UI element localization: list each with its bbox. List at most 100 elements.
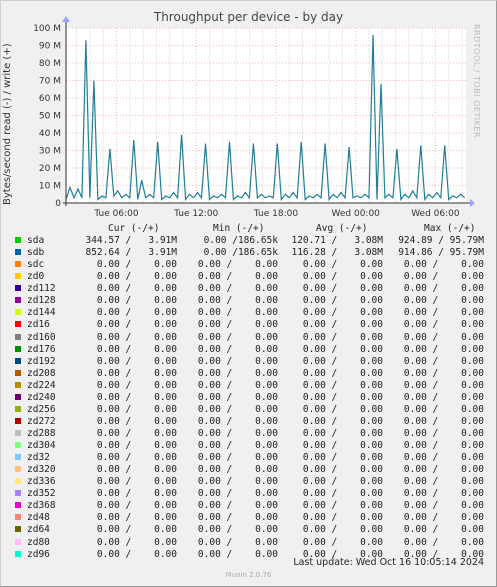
- legend-max-value: 0.00 / 0.00: [403, 271, 484, 283]
- legend-row: zd80 0.00 / 0.00 0.00 / 0.00 0.00 / 0.00 0.0…: [0, 537, 497, 549]
- legend-cur-value: 0.00 / 0.00: [96, 295, 177, 307]
- legend-row: zd192 0.00 / 0.00 0.00 / 0.00 0.00 / 0.00 0.…: [0, 356, 497, 368]
- legend-device-name: zd336: [27, 476, 56, 488]
- legend-device-name: zd240: [27, 391, 56, 403]
- legend-avg-value: 0.00 / 0.00: [302, 524, 383, 536]
- legend-cur-value: 0.00 / 0.00: [96, 440, 177, 451]
- legend-max-value: 0.00 / 0.00: [403, 295, 484, 307]
- legend-row: zd336 0.00 / 0.00 0.00 / 0.00 0.00 / 0.00 0.…: [0, 476, 497, 488]
- legend-row: zd144 0.00 / 0.00 0.00 / 0.00 0.00 / 0.00 0.…: [0, 307, 497, 319]
- legend-row: zd224 0.00 / 0.00 0.00 / 0.00 0.00 / 0.00 0.…: [0, 380, 497, 392]
- legend-avg-value: 0.00 / 0.00: [302, 500, 383, 512]
- legend-table: Cur (-/+) Min (-/+) Avg (-/+) Max (-/+) …: [0, 0, 497, 587]
- legend-device-name: zd192: [27, 355, 56, 367]
- legend-row: zd160 0.00 / 0.00 0.00 / 0.00 0.00 / 0.00 0.…: [0, 332, 497, 344]
- legend-cur-value: 0.00 / 0.00: [96, 319, 177, 331]
- legend-device-name: zd16: [27, 319, 50, 331]
- legend-cur-value: 0.00 / 0.00: [96, 536, 177, 548]
- legend-max-value: 0.00 / 0.00: [403, 319, 484, 331]
- legend-max-value: 0.00 / 0.00: [403, 403, 484, 415]
- legend-max-value: 914.86 / 95.79M: [398, 247, 484, 259]
- header-max: Max (-/+): [424, 223, 476, 234]
- legend-min-value: 0.00 / 0.00: [197, 524, 278, 536]
- legend-avg-value: 0.00 / 0.00: [302, 343, 383, 355]
- legend-cur-value: 0.00 / 0.00: [96, 355, 177, 367]
- legend-min-value: 0.00 / 0.00: [197, 488, 278, 500]
- legend-avg-value: 0.00 / 0.00: [302, 415, 383, 427]
- legend-device-name: sdb: [27, 247, 45, 259]
- legend-cur-value: 344.57 / 3.91M: [85, 235, 177, 246]
- legend-swatch: [15, 273, 21, 280]
- legend-min-value: 0.00 / 0.00: [197, 536, 278, 548]
- legend-row: zd0 0.00 / 0.00 0.00 / 0.00 0.00 / 0.00 0.00…: [0, 271, 497, 283]
- legend-min-value: 0.00 / 0.00: [197, 403, 278, 415]
- legend-min-value: 0.00 / 0.00: [197, 452, 278, 464]
- legend-swatch: [15, 442, 21, 448]
- legend-device-name: zd208: [27, 367, 56, 379]
- legend-cur-value: 0.00 / 0.00: [96, 259, 177, 271]
- legend-row: zd304 0.00 / 0.00 0.00 / 0.00 0.00 / 0.00 0.…: [0, 440, 497, 452]
- legend-row: sdb 852.64 / 3.91M 0.00 /186.65k 116.28 / 3…: [0, 247, 497, 259]
- legend-cur-value: 0.00 / 0.00: [96, 428, 177, 439]
- legend-row: zd272 0.00 / 0.00 0.00 / 0.00 0.00 / 0.00 0.…: [0, 416, 497, 428]
- legend-row: zd16 0.00 / 0.00 0.00 / 0.00 0.00 / 0.00 0.0…: [0, 319, 497, 331]
- legend-cur-value: 852.64 / 3.91M: [85, 247, 177, 259]
- legend-cur-value: 0.00 / 0.00: [96, 464, 177, 476]
- legend-min-value: 0.00 / 0.00: [197, 259, 278, 271]
- legend-swatch: [15, 309, 21, 316]
- legend-avg-value: 0.00 / 0.00: [302, 476, 383, 488]
- legend-swatch: [15, 381, 21, 388]
- legend-swatch: [15, 249, 21, 256]
- legend-max-value: 0.00 / 0.00: [403, 536, 484, 548]
- legend-avg-value: 0.00 / 0.00: [302, 307, 383, 319]
- legend-device-name: zd160: [27, 331, 56, 343]
- legend-cur-value: 0.00 / 0.00: [96, 548, 177, 560]
- legend-cur-value: 0.00 / 0.00: [96, 307, 177, 319]
- legend-swatch: [15, 261, 21, 268]
- legend-cur-value: 0.00 / 0.00: [96, 331, 177, 343]
- legend-row: zd368 0.00 / 0.00 0.00 / 0.00 0.00 / 0.00 0.…: [0, 500, 497, 512]
- legend-min-value: 0.00 / 0.00: [197, 307, 278, 319]
- legend-avg-value: 0.00 / 0.00: [302, 488, 383, 500]
- legend-swatch: [15, 321, 21, 328]
- legend-device-name: zd320: [27, 464, 56, 476]
- legend-max-value: 0.00 / 0.00: [403, 524, 484, 536]
- legend-row: zd112 0.00 / 0.00 0.00 / 0.00 0.00 / 0.00 0.…: [0, 283, 497, 295]
- legend-device-name: zd128: [27, 295, 56, 307]
- legend-swatch: [15, 430, 21, 436]
- legend-min-value: 0.00 / 0.00: [197, 295, 278, 307]
- legend-min-value: 0.00 / 0.00: [197, 440, 278, 451]
- munin-graph-page: Throughput per device - by day Bytes/sec…: [0, 0, 497, 587]
- legend-cur-value: 0.00 / 0.00: [96, 488, 177, 500]
- legend-swatch: [15, 478, 21, 485]
- legend-swatch: [15, 369, 21, 376]
- legend-swatch: [15, 285, 21, 292]
- legend-swatch: [15, 466, 21, 473]
- legend-swatch: [15, 393, 21, 400]
- legend-cur-value: 0.00 / 0.00: [96, 512, 177, 524]
- legend-swatch: [15, 502, 21, 509]
- legend-swatch: [15, 297, 21, 304]
- legend-device-name: zd80: [27, 536, 50, 548]
- legend-row: sdc 0.00 / 0.00 0.00 / 0.00 0.00 / 0.00 0.00…: [0, 259, 497, 271]
- legend-max-value: 0.00 / 0.00: [403, 355, 484, 367]
- legend-avg-value: 0.00 / 0.00: [302, 319, 383, 331]
- legend-min-value: 0.00 / 0.00: [197, 500, 278, 512]
- legend-min-value: 0.00 /186.65k: [203, 247, 278, 259]
- legend-row: zd128 0.00 / 0.00 0.00 / 0.00 0.00 / 0.00 0.…: [0, 295, 497, 307]
- legend-avg-value: 0.00 / 0.00: [302, 271, 383, 283]
- header-cur: Cur (-/+): [108, 223, 160, 234]
- last-update: Last update: Wed Oct 16 10:05:14 2024: [293, 557, 484, 568]
- legend-avg-value: 0.00 / 0.00: [302, 428, 383, 439]
- legend-avg-value: 0.00 / 0.00: [302, 367, 383, 379]
- legend-row: zd256 0.00 / 0.00 0.00 / 0.00 0.00 / 0.00 0.…: [0, 404, 497, 416]
- legend-avg-value: 0.00 / 0.00: [302, 331, 383, 343]
- legend-avg-value: 0.00 / 0.00: [302, 259, 383, 271]
- legend-max-value: 0.00 / 0.00: [403, 283, 484, 295]
- legend-cur-value: 0.00 / 0.00: [96, 367, 177, 379]
- legend-max-value: 0.00 / 0.00: [403, 428, 484, 439]
- legend-max-value: 0.00 / 0.00: [403, 307, 484, 319]
- legend-device-name: zd48: [27, 512, 50, 524]
- legend-swatch: [15, 333, 21, 340]
- legend-min-value: 0.00 / 0.00: [197, 512, 278, 524]
